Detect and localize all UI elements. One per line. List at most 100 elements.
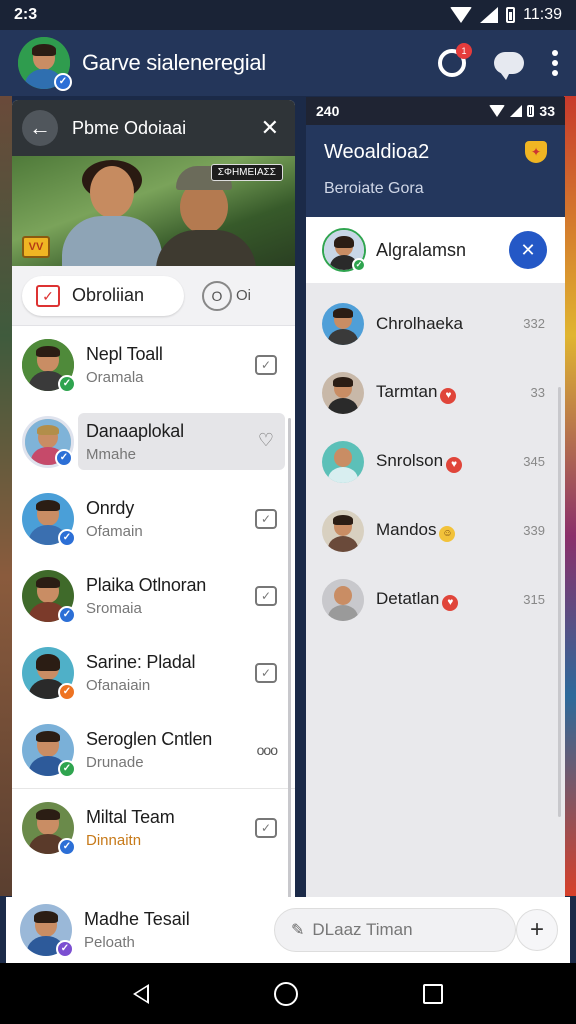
status-badge-icon: ✓: [58, 528, 76, 547]
status-badge-icon: ✓: [58, 759, 76, 778]
group-panel-status-right: 33: [539, 103, 555, 119]
notification-count-badge: 1: [456, 43, 472, 59]
list-item[interactable]: ✓ Plaika Otlnoran Sromaia ✓: [12, 557, 295, 634]
list-item[interactable]: Snrolson ♥ 345: [306, 427, 565, 496]
avatar: ✓: [322, 228, 366, 272]
group-panel-status-time: 240: [316, 103, 340, 119]
more-horiz-icon[interactable]: ooo: [257, 742, 278, 758]
contact-subtitle: Ofamain: [86, 522, 143, 540]
current-user-name: Madhe Tesail: [84, 909, 190, 929]
group-member-list: Chrolhaeka 332 Tarmtan ♥ 33 Snrolson ♥ 345…: [306, 283, 565, 634]
status-badge-icon: ✓: [58, 374, 76, 393]
contact-subtitle: Mmahe: [86, 445, 137, 463]
filter-option[interactable]: O Oi: [202, 280, 251, 311]
group-panel: 240 33 Weoaldioa2 Beroiate Gora ✦ ✓ Algr…: [306, 97, 565, 897]
member-name: Tarmtan: [376, 381, 438, 401]
verified-badge-icon: ✓: [54, 73, 72, 91]
status-time-left: 2:3: [14, 6, 38, 23]
chat-bubble-icon[interactable]: [494, 52, 524, 80]
current-user-avatar[interactable]: ✓: [20, 904, 74, 958]
avatar: ✓: [22, 415, 74, 468]
avatar: [322, 302, 364, 345]
hero-tag: ΣΦΗΜΕΙΑΣΣ: [210, 164, 283, 181]
heart-emoji-icon: ♥: [446, 456, 463, 473]
message-icon[interactable]: ✓: [255, 662, 277, 683]
contacts-panel: ← Pbme Odoiaai ✕ ΣΦΗΜΕΙΑΣΣ VV ✓ Obroliia…: [12, 100, 295, 897]
member-count: 339: [523, 523, 545, 538]
group-panel-status-bar: 240 33: [306, 97, 565, 125]
current-user-subtitle: Peloath: [84, 934, 135, 951]
member-name: Mandos: [376, 519, 437, 539]
heart-emoji-icon: ♥: [440, 387, 457, 404]
compose-input[interactable]: ✎ DLaaz Timan: [274, 908, 516, 952]
list-item[interactable]: ✓ Seroglen Cntlen Drunade ooo: [12, 711, 295, 788]
avatar: ✓: [22, 338, 76, 393]
member-count: 315: [523, 592, 545, 607]
contact-subtitle: Ofanaiain: [86, 676, 151, 694]
signal-icon: [480, 7, 499, 23]
background-artwork-left: [0, 96, 12, 896]
message-icon[interactable]: ✓: [255, 354, 277, 375]
scrollbar[interactable]: [288, 418, 291, 897]
avatar: ✓: [22, 723, 76, 778]
contacts-panel-title: Pbme Odoiaai: [72, 117, 187, 138]
more-vert-icon[interactable]: [552, 50, 558, 76]
background-artwork-right: [564, 96, 576, 896]
message-icon[interactable]: ✓: [255, 585, 277, 606]
nav-home-icon[interactable]: [273, 981, 298, 1006]
selected-contact-row[interactable]: ✓ Algralamsn ✕: [306, 217, 565, 283]
list-item[interactable]: ✓ Sarine: Pladal Ofanaiain ✓: [12, 634, 295, 711]
filter-pill[interactable]: ✓ Obroliian: [22, 275, 184, 316]
system-icons: 11:39: [450, 6, 562, 24]
hero-corner-badge: VV: [22, 236, 50, 258]
arrow-left-icon[interactable]: ←: [22, 110, 58, 146]
heart-check-icon[interactable]: ♡: [255, 431, 277, 452]
member-name: Detatlan: [376, 588, 440, 608]
member-name: Chrolhaeka: [376, 313, 463, 333]
list-item[interactable]: ✓ Onrdy Ofamain ✓: [12, 480, 295, 557]
wifi-icon: [450, 7, 473, 23]
plus-icon[interactable]: +: [516, 909, 558, 951]
list-item[interactable]: Detatlan ♥ 315: [306, 565, 565, 634]
avatar: ✓: [22, 801, 76, 856]
list-item[interactable]: Tarmtan ♥ 33: [306, 358, 565, 427]
contact-name: Danaaplokal: [86, 420, 184, 441]
wifi-icon: [489, 105, 506, 117]
close-icon[interactable]: ✕: [261, 115, 279, 141]
status-badge-icon: ✓: [56, 940, 74, 958]
contact-subtitle: Sromaia: [86, 599, 142, 617]
battery-icon: [506, 7, 516, 23]
list-item[interactable]: Chrolhaeka 332: [306, 289, 565, 358]
contact-name: Plaika Otlnoran: [86, 574, 207, 595]
scrollbar[interactable]: [558, 387, 561, 817]
battery-icon: [527, 105, 535, 117]
filter-label: Obroliian: [72, 285, 145, 305]
bottom-compose-bar: ✓ Madhe Tesail Peloath ✎ DLaaz Timan +: [6, 897, 570, 963]
contact-name: Seroglen Cntlen: [86, 728, 213, 749]
message-icon[interactable]: ✓: [255, 508, 277, 529]
member-count: 332: [523, 316, 545, 331]
nav-back-icon[interactable]: [132, 983, 149, 1004]
system-nav-bar: [0, 963, 576, 1024]
smile-emoji-icon: ☺: [439, 525, 456, 542]
avatar: [322, 371, 364, 414]
list-item[interactable]: ✓ Miltal Team Dinnaitn ✓: [12, 789, 295, 866]
nav-recents-icon[interactable]: [423, 983, 444, 1004]
avatar: [322, 440, 364, 483]
heart-emoji-icon: ♥: [442, 594, 459, 611]
message-icon[interactable]: ✓: [255, 817, 277, 838]
avatar: ✓: [22, 646, 76, 701]
shield-icon[interactable]: ✦: [525, 141, 547, 163]
list-item[interactable]: ✓ Danaaplokal Mmahe ♡: [12, 403, 295, 480]
group-panel-subtitle: Beroiate Gora: [324, 180, 424, 197]
checkmark-icon: ✓: [36, 284, 60, 307]
confirm-button[interactable]: ✕: [509, 231, 547, 269]
profile-avatar[interactable]: ✓: [18, 37, 72, 91]
contact-name: Miltal Team: [86, 806, 175, 827]
contact-name: Nepl Toall: [86, 343, 163, 364]
status-badge-icon: ✓: [58, 682, 76, 701]
notifications-icon[interactable]: 1: [438, 43, 472, 77]
list-item[interactable]: ✓ Nepl Toall Oramala ✓: [12, 326, 295, 403]
status-time-right: 11:39: [523, 6, 562, 23]
list-item[interactable]: Mandos ☺ 339: [306, 496, 565, 565]
